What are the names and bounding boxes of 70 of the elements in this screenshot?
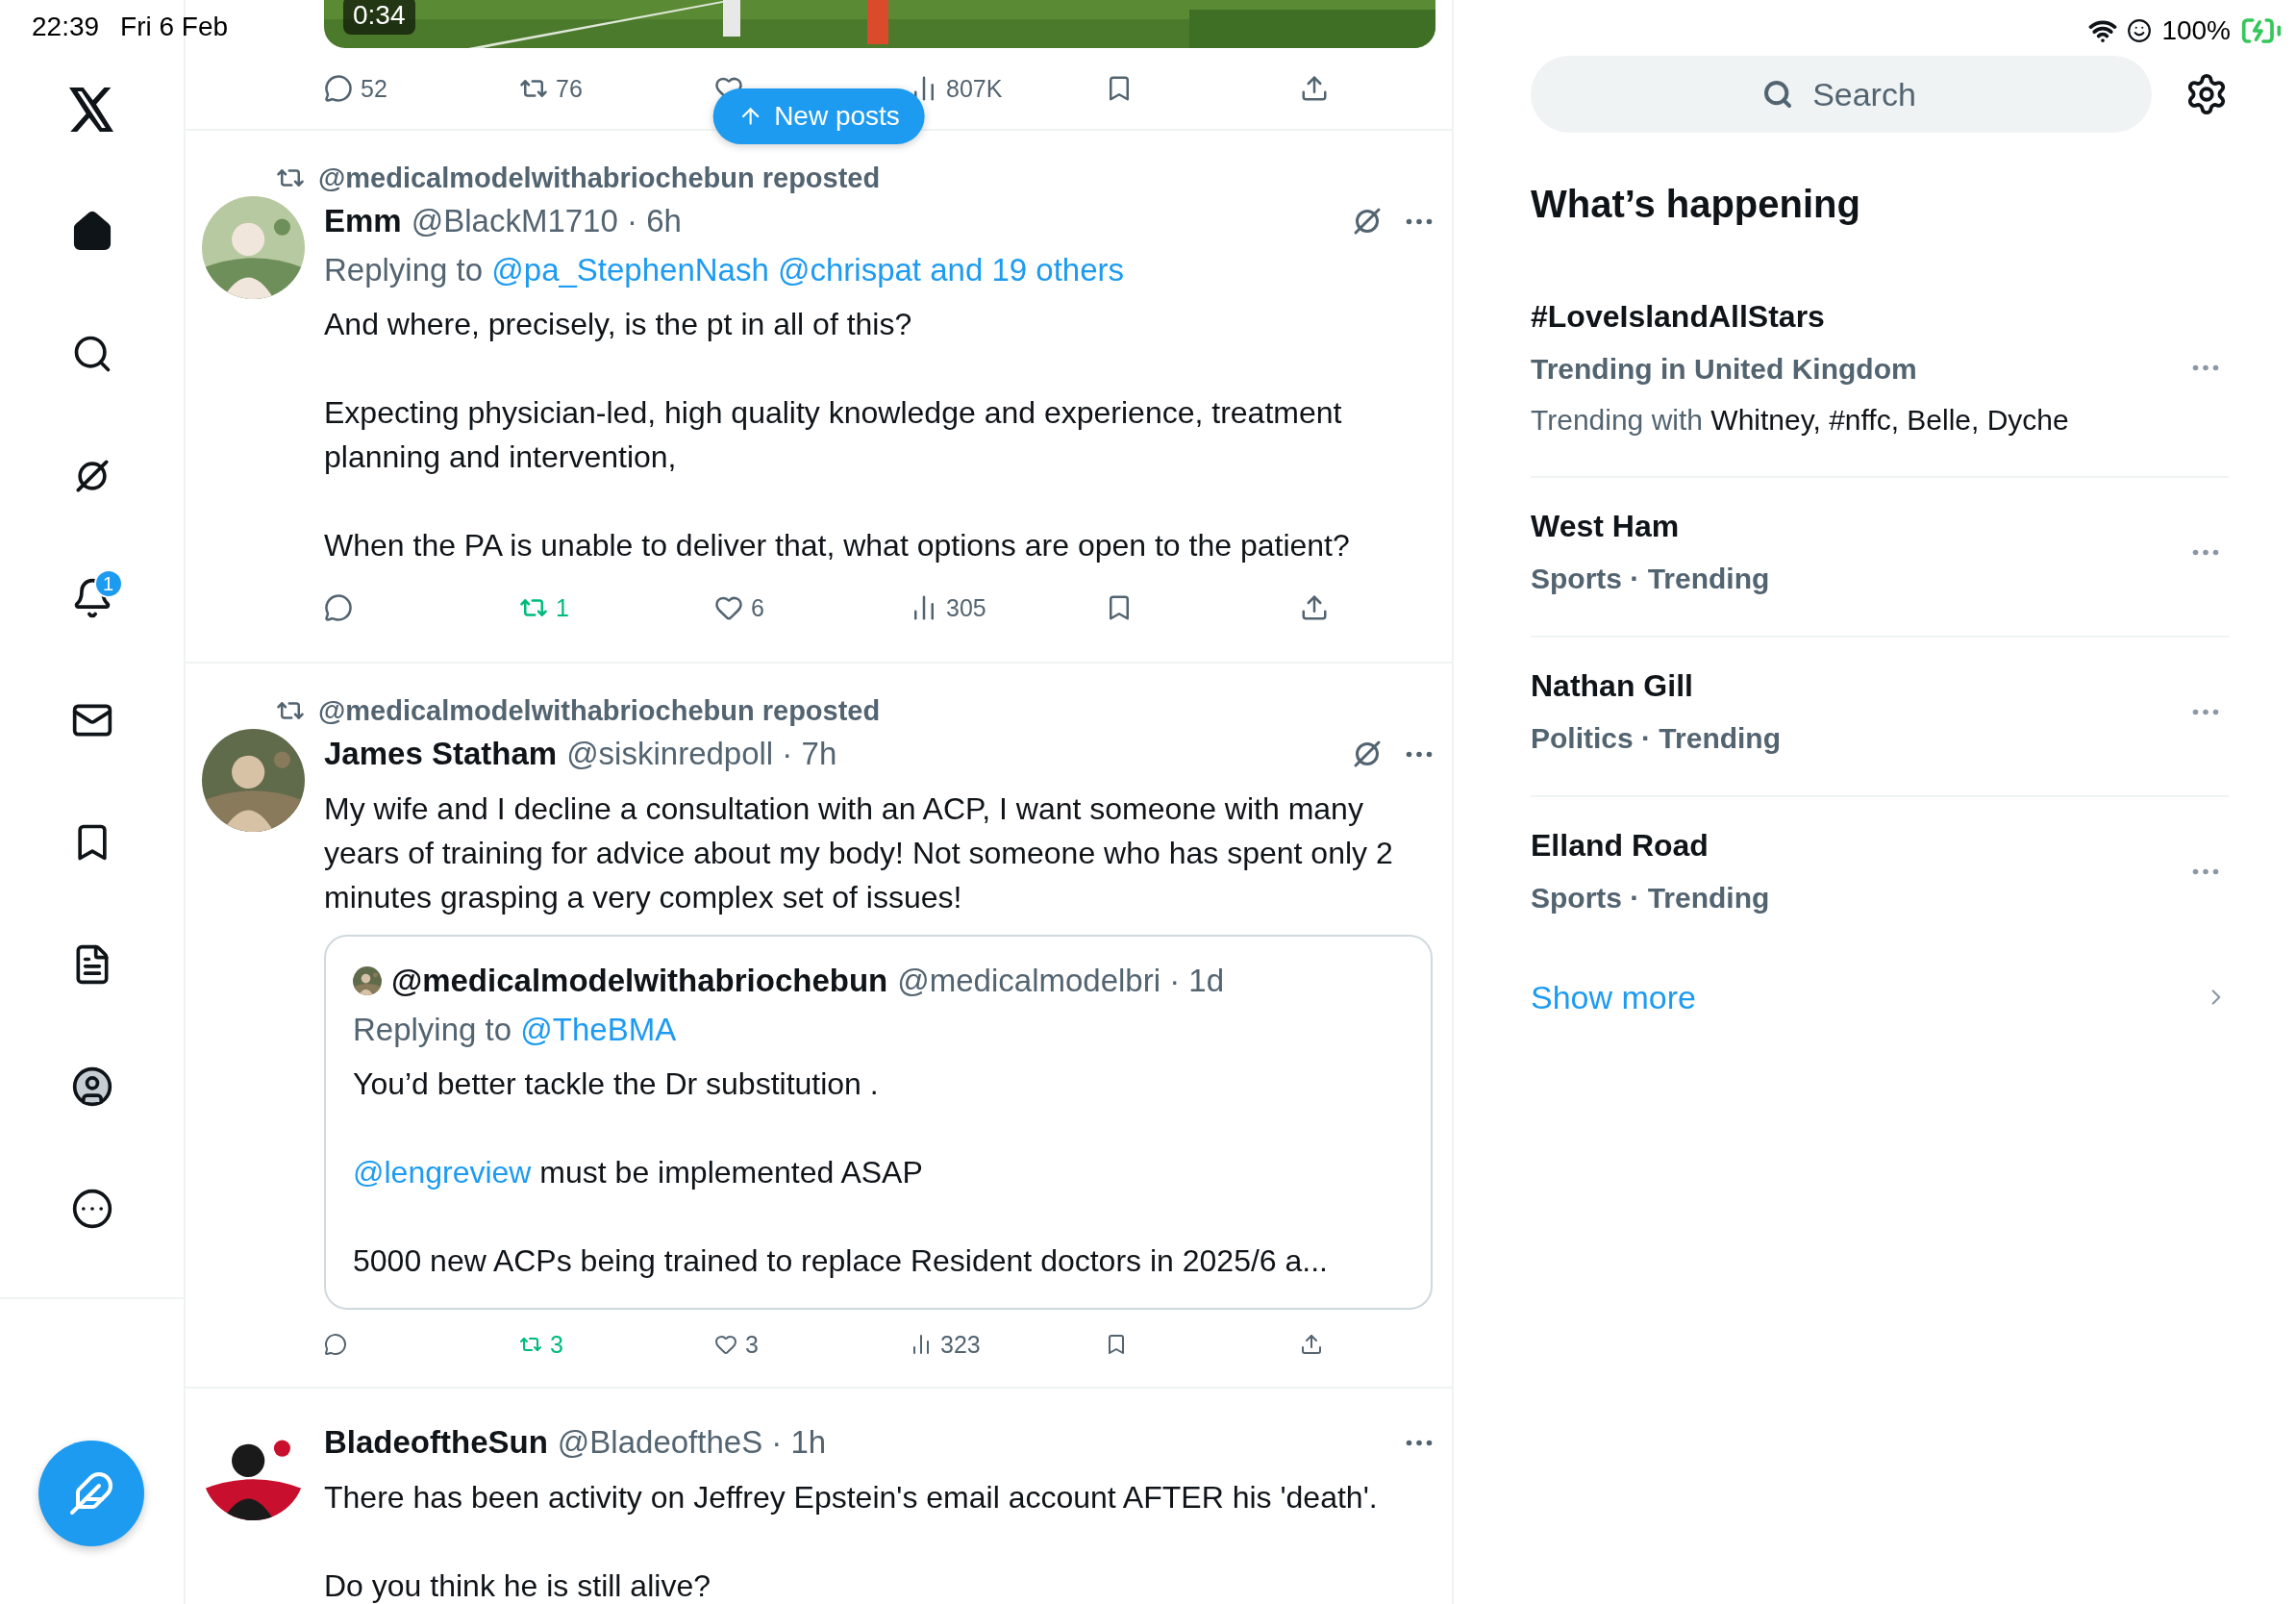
search-icon xyxy=(1762,79,1793,110)
compose-button[interactable] xyxy=(38,1441,144,1546)
clock-time: 22:39 xyxy=(32,12,100,42)
author-name[interactable]: @medicalmodelwithabriochebun xyxy=(391,963,888,999)
smiley-icon xyxy=(2127,18,2153,43)
post-text: Expecting physician-led, high quality knowledge and experience, treatment planning and intervention, xyxy=(324,394,1343,476)
reposted-by-text: @medicalmodelwithabriochebun reposted xyxy=(318,162,881,194)
more-button[interactable] xyxy=(2192,708,2219,715)
more-button[interactable] xyxy=(1406,750,1433,758)
handle-and-time: @siskinredpoll · 7h xyxy=(566,736,838,772)
post-text: @lengreview must be implemented ASAP xyxy=(353,1154,924,1191)
repost-button[interactable]: 76 xyxy=(515,70,586,107)
like-button[interactable]: 3 xyxy=(711,1326,762,1363)
share-icon xyxy=(1300,1333,1323,1356)
video-duration: 0:34 xyxy=(343,0,415,35)
reply-button[interactable]: 52 xyxy=(320,70,391,107)
post-text: When the PA is unable to deliver that, what options are open to the patient? xyxy=(324,527,1351,564)
search-field[interactable]: Search xyxy=(1531,56,2152,133)
heart-icon xyxy=(714,1333,737,1356)
more-button[interactable] xyxy=(1406,217,1433,225)
post-text: And where, precisely, is the pt in all of this? xyxy=(324,306,913,343)
replying-to-text: Replying to @pa_StephenNash @chrispat and 19 others xyxy=(324,251,1126,289)
replying-to-text: Replying to @TheBMA xyxy=(353,1011,678,1049)
trend-category: Trending in United Kingdom xyxy=(1531,352,1918,387)
post-text: My wife and I decline a consultation with an ACP, I want someone with many years of training for advice about my body! Not someone who has spent only 2 minutes grasping a very complex set of issues! xyxy=(324,790,1394,916)
speech-bubble-icon xyxy=(324,593,353,622)
battery-percent: 100% xyxy=(2161,15,2231,46)
more-button[interactable] xyxy=(2192,548,2219,556)
author-name[interactable]: James Statham xyxy=(324,736,558,772)
more-icon xyxy=(1406,217,1433,225)
views-button[interactable]: 305 xyxy=(906,589,990,626)
feather-icon xyxy=(68,1470,114,1516)
section-heading: What’s happening xyxy=(1531,183,1861,226)
x-logo-icon[interactable] xyxy=(68,88,115,132)
handle-and-time: @BladeoftheS · 1h xyxy=(557,1424,828,1461)
more-icon xyxy=(2192,867,2219,875)
notification-badge: 1 xyxy=(93,569,123,598)
more-button[interactable] xyxy=(1406,1439,1433,1446)
share-icon xyxy=(1300,74,1329,103)
date-text: Fri 6 Feb xyxy=(120,12,229,42)
speech-bubble-icon xyxy=(324,74,353,103)
handle-and-time: @BlackM1710 · 6h xyxy=(411,203,683,239)
trending-with-text: Trending with Whitney, #nffc, Belle, Dyche xyxy=(1531,403,2070,438)
post-text: 5000 new ACPs being trained to replace Resident doctors in 2025/6 a... xyxy=(353,1242,1329,1280)
trend-category: Sports · Trending xyxy=(1531,881,1771,915)
trend-title[interactable]: Elland Road xyxy=(1531,818,2192,872)
more-icon xyxy=(1406,1439,1433,1446)
author-name[interactable]: Emm xyxy=(324,203,402,239)
post-text: There has been activity on Jeffrey Epstein's email account AFTER his 'death'. xyxy=(324,1479,1379,1516)
like-button[interactable]: 6 xyxy=(711,589,768,626)
post-text: Do you think he is still alive? xyxy=(324,1567,711,1604)
more-icon xyxy=(2192,363,2219,371)
more-icon xyxy=(2192,708,2219,715)
more-icon xyxy=(1406,750,1433,758)
share-icon xyxy=(1300,593,1329,622)
reposted-by-text: @medicalmodelwithabriochebun reposted xyxy=(318,694,881,727)
post-text: You’d better tackle the Dr substitution . xyxy=(353,1065,880,1103)
author-name[interactable]: BladeoftheSun xyxy=(324,1424,548,1461)
handle-and-time: @medicalmodelbri · 1d xyxy=(897,963,1226,999)
more-icon xyxy=(2192,548,2219,556)
speech-bubble-icon xyxy=(324,1333,347,1356)
trend-title[interactable]: Nathan Gill xyxy=(1531,659,2192,713)
more-button[interactable] xyxy=(2192,867,2219,875)
views-button[interactable]: 323 xyxy=(906,1326,985,1363)
trend-category: Sports · Trending xyxy=(1531,562,1771,596)
trend-title[interactable]: #LoveIslandAllStars xyxy=(1531,289,2192,343)
quoted-post-card[interactable] xyxy=(324,935,1433,1310)
trend-title[interactable]: West Ham xyxy=(1531,499,2192,553)
trend-category: Politics · Trending xyxy=(1531,721,1783,756)
more-button[interactable] xyxy=(2192,363,2219,371)
